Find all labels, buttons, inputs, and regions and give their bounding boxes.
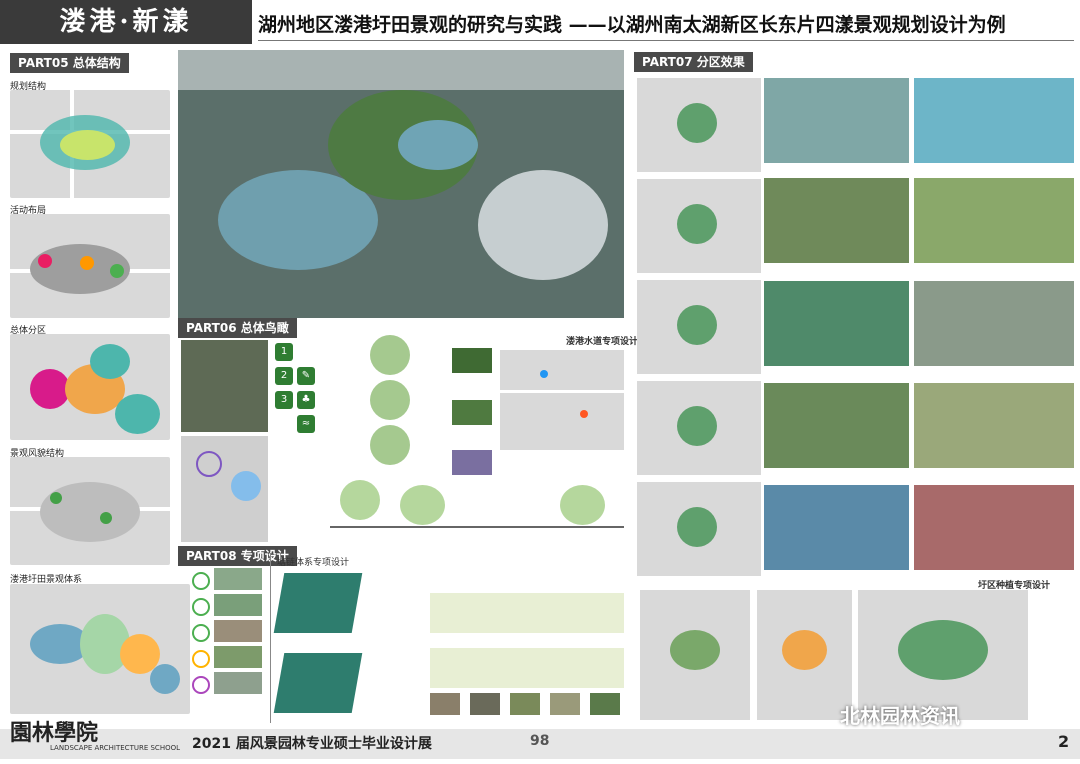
school-logo: 園林學院 [10, 720, 99, 746]
planting-section [430, 553, 624, 718]
zone-renders [764, 78, 1076, 578]
waterway-title: 溇港水道专项设计 [566, 337, 639, 347]
activity-map [10, 214, 170, 318]
leaf-icon: 2 [275, 367, 293, 385]
section-sketches [365, 335, 425, 465]
node-map [181, 436, 268, 542]
zoning-map [10, 334, 170, 440]
tree-icon: ♣ [297, 391, 315, 409]
landscape-map [10, 457, 170, 565]
watermark: 北林园林资讯 [840, 704, 960, 728]
aerial-render [178, 50, 624, 318]
poster-title: 湖州地区溇港圩田景观的研究与实践 ——以湖州南太湖新区长东片四漾景观规划设计为例 [258, 10, 1074, 41]
tool-icon: ✎ [297, 367, 315, 385]
embank-title: 塘链体系专项设计 [277, 558, 350, 568]
part07-tag: PART07 分区效果 [634, 52, 753, 72]
structure-map [10, 90, 170, 198]
part06-tag: PART06 总体鸟瞰 [178, 318, 297, 338]
planting-map-1 [640, 590, 750, 720]
icon-grid: 1 2 3 ✎ ♣ ≈ [275, 343, 335, 439]
photo-2 [452, 400, 492, 425]
waterway-map [500, 350, 624, 450]
page-number: 2 [1058, 732, 1070, 751]
photo-1 [452, 348, 492, 373]
embank-panel: 塘链体系专项设计 [270, 553, 419, 723]
planting-map-2 [757, 590, 852, 720]
boat-icon: ≈ [297, 415, 315, 433]
walk-icon: 3 [275, 391, 293, 409]
satellite-map [181, 340, 268, 432]
zone-maps [637, 78, 761, 576]
brand-title: 溇港·新漾 [0, 0, 252, 44]
exhibition-number: 98 [530, 733, 550, 749]
system-icons [192, 566, 266, 716]
school-logo-en: LANDSCAPE ARCHITECTURE SCHOOL [50, 744, 180, 752]
section-drawing [330, 480, 624, 540]
part05-tag: PART05 总体结构 [10, 53, 129, 73]
photo-3 [452, 450, 492, 475]
water-icon: 1 [275, 343, 293, 361]
system-map [10, 584, 190, 714]
exhibition-title: 2021 届风景园林专业硕士毕业设计展 [192, 736, 432, 752]
